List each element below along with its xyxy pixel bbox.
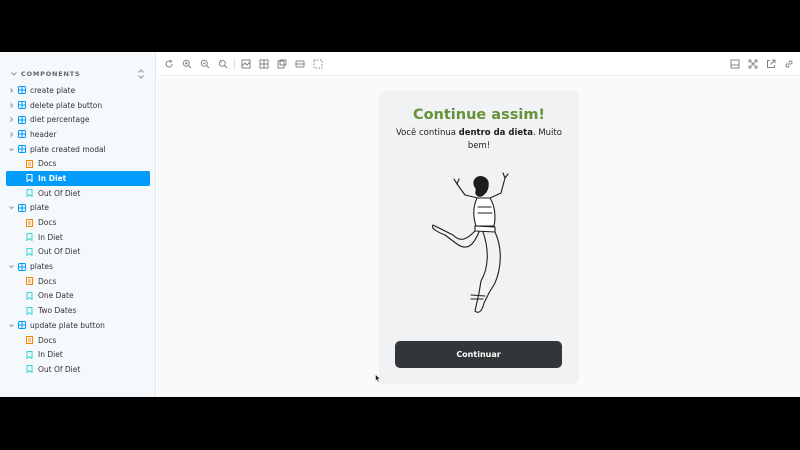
sidebar-docs-item[interactable]: Docs (6, 156, 150, 171)
chevron-down-icon[interactable] (7, 321, 16, 330)
background-icon[interactable] (241, 59, 251, 69)
sidebar-docs-item[interactable]: Docs (6, 274, 150, 289)
sidebar-story-item[interactable]: Out Of Diet (6, 245, 150, 260)
sidebar-story-item[interactable]: In Diet (6, 347, 150, 362)
component-tree: create plate delete plate button diet perc… (6, 83, 150, 377)
sidebar-item-label: create plate (30, 85, 76, 95)
sidebar-item-label: Docs (38, 218, 57, 228)
sidebar-item-label: Docs (38, 335, 57, 345)
sidebar-item-label: plate (30, 203, 49, 213)
jumping-woman-illustration (431, 172, 509, 313)
chevron-down-icon[interactable] (7, 145, 16, 154)
sidebar-item-label: plate created modal (30, 144, 106, 154)
modal-message: Você continua dentro da dieta. Muito bem… (393, 127, 565, 153)
measure-icon[interactable] (295, 59, 305, 69)
bookmark-icon (26, 291, 33, 300)
sidebar-item-label: Docs (38, 159, 57, 169)
modal-title: Continue assim! (412, 107, 546, 123)
zoom-reset-icon[interactable] (218, 59, 228, 69)
sidebar-component-item[interactable]: plates (6, 259, 150, 274)
chevron-down-icon[interactable] (10, 70, 18, 78)
reload-icon[interactable] (164, 59, 174, 69)
chevron-right-icon[interactable] (7, 130, 16, 139)
sidebar-story-item[interactable]: One Date (6, 289, 150, 304)
component-icon (18, 262, 26, 271)
bookmark-icon (26, 365, 33, 374)
open-new-tab-icon[interactable] (766, 59, 776, 69)
sidebar-item-label: One Date (38, 291, 74, 301)
outline-icon[interactable] (313, 59, 323, 69)
sidebar-section-title: COMPONENTS (21, 70, 81, 78)
sidebar-item-label: update plate button (30, 320, 105, 330)
chevron-right-icon[interactable] (7, 86, 16, 95)
sidebar-component-item[interactable]: plate (6, 201, 150, 216)
sidebar: COMPONENTS create plate delete plate butt… (0, 52, 156, 397)
sidebar-component-item[interactable]: header (6, 127, 150, 142)
sidebar-component-item[interactable]: delete plate button (6, 98, 150, 113)
toolbar-divider (234, 58, 235, 70)
expand-collapse-icon[interactable] (136, 68, 146, 80)
preview-canvas: Continue assim! Você continua dentro da … (157, 77, 800, 397)
chevron-down-icon[interactable] (7, 262, 16, 271)
component-icon (18, 203, 26, 212)
zoom-out-icon[interactable] (200, 59, 210, 69)
component-icon (18, 130, 26, 139)
sidebar-item-label: Out Of Diet (38, 247, 81, 257)
sidebar-item-label: Two Dates (38, 306, 77, 316)
copy-link-icon[interactable] (784, 59, 794, 69)
sidebar-item-label: diet percentage (30, 115, 90, 125)
document-icon (26, 159, 33, 168)
sidebar-story-item[interactable]: In Diet (6, 230, 150, 245)
bookmark-icon (26, 306, 33, 315)
fullscreen-icon[interactable] (748, 59, 758, 69)
sidebar-item-label: delete plate button (30, 100, 103, 110)
sidebar-component-item[interactable]: update plate button (6, 318, 150, 333)
chevron-down-icon[interactable] (7, 203, 16, 212)
document-icon (26, 218, 33, 227)
component-icon (18, 86, 26, 95)
component-icon (18, 115, 26, 124)
storybook-window: COMPONENTS create plate delete plate butt… (0, 52, 800, 397)
sidebar-story-item[interactable]: Out Of Diet (6, 362, 150, 377)
sidebar-item-label: Out Of Diet (38, 364, 81, 374)
sidebar-item-label: In Diet (38, 350, 63, 360)
sidebar-component-item[interactable]: create plate (6, 83, 150, 98)
modal-text-before: Você continua (396, 128, 459, 138)
preview-toolbar (157, 52, 800, 76)
sidebar-story-item[interactable]: Out Of Diet (6, 186, 150, 201)
component-icon (18, 101, 26, 110)
document-icon (26, 336, 33, 345)
chevron-right-icon[interactable] (7, 101, 16, 110)
sidebar-item-label: In Diet (38, 173, 67, 183)
bookmark-icon (26, 350, 33, 359)
viewport-icon[interactable] (277, 59, 287, 69)
sidebar-item-label: Out Of Diet (38, 188, 81, 198)
continue-button[interactable]: Continuar (395, 341, 562, 368)
sidebar-item-label: In Diet (38, 232, 63, 242)
document-icon (26, 277, 33, 286)
sidebar-item-label: plates (30, 262, 53, 272)
bookmark-icon (26, 233, 33, 242)
bookmark-icon (26, 189, 33, 198)
component-icon (18, 321, 26, 330)
zoom-in-icon[interactable] (182, 59, 192, 69)
sidebar-item-label: header (30, 129, 57, 139)
modal-text-bold: dentro da dieta (458, 128, 533, 138)
component-icon (18, 145, 26, 154)
mouse-cursor-icon (375, 374, 381, 383)
plate-created-modal: Continue assim! Você continua dentro da … (379, 91, 579, 384)
sidebar-component-item[interactable]: diet percentage (6, 112, 150, 127)
sidebar-story-item[interactable]: In Diet (6, 171, 150, 186)
bookmark-icon (26, 247, 33, 256)
bookmark-icon (26, 174, 33, 183)
sidebar-item-label: Docs (38, 276, 57, 286)
sidebar-docs-item[interactable]: Docs (6, 333, 150, 348)
chevron-right-icon[interactable] (7, 115, 16, 124)
sidebar-component-item[interactable]: plate created modal (6, 142, 150, 157)
sidebar-docs-item[interactable]: Docs (6, 215, 150, 230)
grid-icon[interactable] (259, 59, 269, 69)
sidebar-story-item[interactable]: Two Dates (6, 303, 150, 318)
panel-toggle-icon[interactable] (730, 59, 740, 69)
